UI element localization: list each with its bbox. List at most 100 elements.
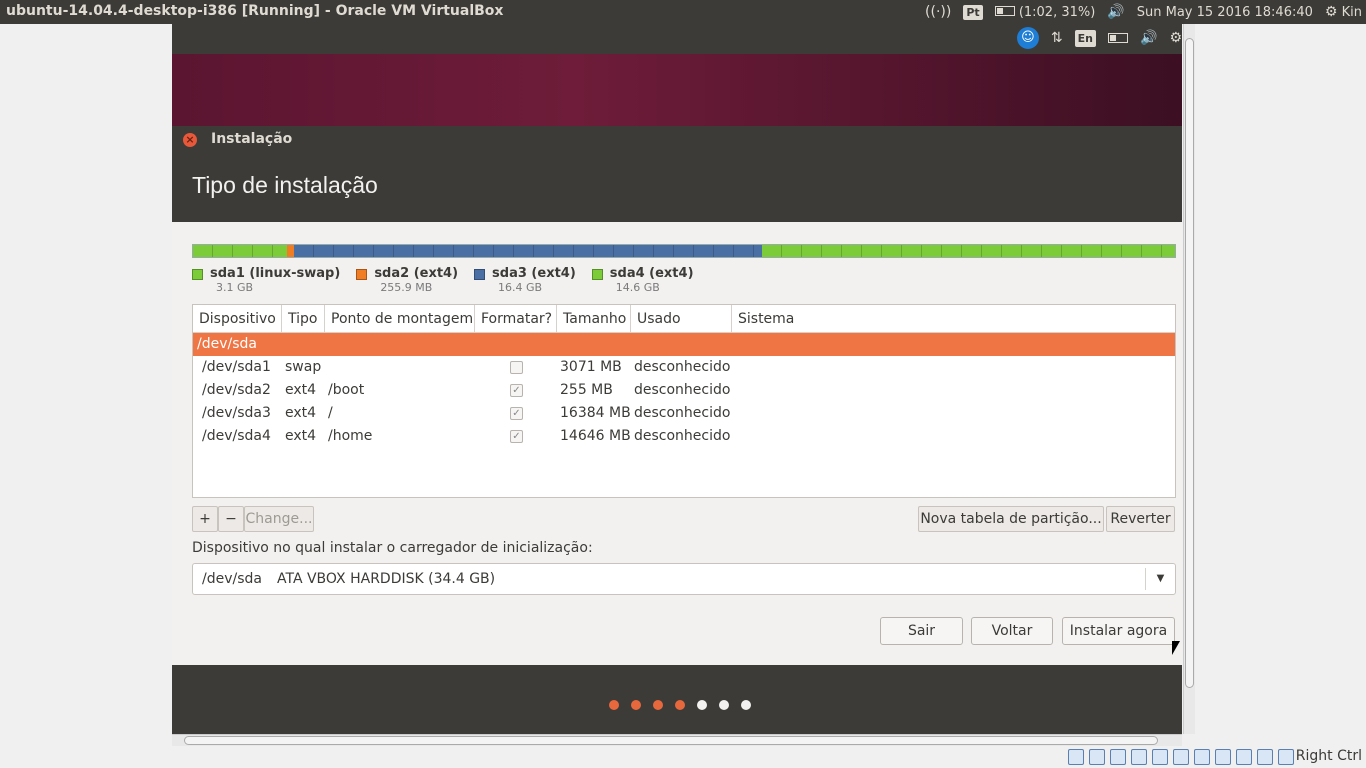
host-language-indicator[interactable]: Pt (963, 4, 983, 20)
legend-name: sda1 (linux-swap) (210, 266, 341, 281)
close-icon[interactable]: × (183, 133, 197, 147)
row-mount: /home (328, 428, 373, 444)
legend-swatch (356, 269, 368, 280)
row-device: /dev/sda3 (202, 405, 271, 421)
progress-dot (631, 700, 641, 710)
bootloader-label: Dispositivo no qual instalar o carregado… (192, 540, 593, 556)
row-device: /dev/sda1 (202, 359, 271, 375)
add-partition-button[interactable]: + (192, 506, 218, 532)
format-checkbox[interactable] (510, 361, 523, 374)
guest-indicators: ☺ ⇅ En 🔊 ⚙ (1016, 27, 1182, 49)
accessibility-icon[interactable]: ☺ (1016, 27, 1039, 49)
partition-segment-sda2 (286, 245, 295, 257)
column-header[interactable]: Ponto de montagem (325, 305, 475, 333)
column-header[interactable]: Tamanho (557, 305, 631, 333)
display-icon[interactable] (1194, 749, 1210, 765)
virtualization-icon[interactable] (1236, 749, 1252, 765)
table-row[interactable]: /dev/sda4 ext4 /home ✓ 14646 MB desconhe… (193, 425, 1175, 448)
progress-dot (653, 700, 663, 710)
legend-item: sda2 (ext4) 255.9 MB (356, 266, 458, 294)
disk-device: /dev/sda (197, 336, 257, 352)
legend-swatch (192, 269, 203, 280)
chevron-down-icon: ▼ (1145, 568, 1175, 590)
format-checkbox[interactable]: ✓ (510, 407, 523, 420)
row-size: 255 MB (560, 382, 613, 398)
row-used: desconhecido (634, 405, 731, 421)
progress-dot (741, 700, 751, 710)
host-menubar: ubuntu-14.04.4-desktop-i386 [Running] - … (0, 0, 1366, 24)
network-icon[interactable]: ⇅ (1051, 30, 1063, 46)
optical-drive-icon[interactable] (1089, 749, 1105, 765)
table-row[interactable]: /dev/sda2 ext4 /boot ✓ 255 MB desconheci… (193, 379, 1175, 402)
bootloader-device-select[interactable]: /dev/sda ATA VBOX HARDDISK (34.4 GB) ▼ (192, 563, 1176, 595)
table-row[interactable]: /dev/sda3 ext4 / ✓ 16384 MB desconhecido (193, 402, 1175, 425)
revert-button[interactable]: Reverter (1106, 506, 1175, 532)
format-checkbox[interactable]: ✓ (510, 430, 523, 443)
legend-item: sda4 (ext4) 14.6 GB (591, 266, 694, 294)
legend-name: sda4 (ext4) (609, 266, 694, 281)
partition-table[interactable]: Dispositivo Tipo Ponto de montagem Forma… (192, 304, 1176, 498)
battery-icon (994, 5, 1015, 16)
mouse-integration-icon[interactable] (1257, 749, 1273, 765)
host-key-label: Right Ctrl (1295, 748, 1362, 764)
keyboard-capture-icon[interactable] (1278, 749, 1294, 765)
row-type: swap (285, 359, 322, 375)
column-header[interactable]: Dispositivo (193, 305, 282, 333)
row-type: ext4 (285, 405, 317, 421)
row-used: desconhecido (634, 382, 731, 398)
column-header[interactable]: Tipo (282, 305, 325, 333)
guest-top-panel: ☺ ⇅ En 🔊 ⚙ (172, 24, 1182, 54)
scrollbar-thumb[interactable] (1185, 38, 1194, 688)
progress-dot (719, 700, 729, 710)
gear-icon: ⚙ (1324, 4, 1338, 20)
desktop-wallpaper (172, 54, 1182, 126)
row-size: 14646 MB (560, 428, 631, 444)
horizontal-scrollbar[interactable] (172, 734, 1182, 746)
change-partition-button[interactable]: Change... (244, 506, 314, 532)
legend-size: 3.1 GB (216, 281, 254, 294)
legend-item: sda1 (linux-swap) 3.1 GB (192, 266, 340, 294)
legend-size: 14.6 GB (615, 281, 660, 294)
guest-language-indicator[interactable]: En (1074, 29, 1096, 47)
row-type: ext4 (285, 428, 317, 444)
column-header[interactable]: Sistema (732, 305, 1175, 333)
video-capture-icon[interactable] (1215, 749, 1231, 765)
remove-partition-button[interactable]: − (218, 506, 244, 532)
format-checkbox[interactable]: ✓ (510, 384, 523, 397)
install-now-button[interactable]: Instalar agora (1062, 617, 1175, 645)
guest-volume-icon[interactable]: 🔊 (1140, 30, 1157, 46)
row-type: ext4 (285, 382, 317, 398)
table-row-disk[interactable]: /dev/sda (193, 333, 1175, 356)
page-title: Tipo de instalação (192, 172, 378, 198)
vm-display[interactable]: ☺ ⇅ En 🔊 ⚙ × Instalação Tipo de instalaç… (172, 24, 1182, 734)
vbox-status-icons (1068, 749, 1294, 765)
shared-folders-icon[interactable] (1173, 749, 1189, 765)
volume-icon[interactable]: 🔊 (1107, 4, 1124, 20)
back-button[interactable]: Voltar (971, 617, 1053, 645)
bootloader-device-description: ATA VBOX HARDDISK (34.4 GB) (277, 571, 496, 587)
host-window-title: ubuntu-14.04.4-desktop-i386 [Running] - … (6, 3, 504, 19)
battery-indicator[interactable]: (1:02, 31%) (994, 5, 1095, 20)
vertical-scrollbar[interactable] (1183, 24, 1195, 734)
row-used: desconhecido (634, 428, 731, 444)
host-clock[interactable]: Sun May 15 2016 18:46:40 (1137, 5, 1313, 20)
network-adapter-icon[interactable] (1131, 749, 1147, 765)
partition-segment-sda3 (294, 245, 762, 257)
usb-icon[interactable] (1152, 749, 1168, 765)
window-title: Instalação (211, 131, 293, 147)
guest-gear-icon[interactable]: ⚙ (1169, 30, 1182, 46)
column-header[interactable]: Formatar? (475, 305, 557, 333)
hard-disk-icon[interactable] (1068, 749, 1084, 765)
wifi-icon[interactable]: ((·)) (925, 4, 951, 20)
column-header[interactable]: Usado (631, 305, 732, 333)
scrollbar-thumb[interactable] (184, 736, 1158, 745)
audio-icon[interactable] (1110, 749, 1126, 765)
session-menu[interactable]: ⚙ Kin (1325, 4, 1362, 20)
table-row[interactable]: /dev/sda1 swap 3071 MB desconhecido (193, 356, 1175, 379)
quit-button[interactable]: Sair (880, 617, 963, 645)
new-partition-table-button[interactable]: Nova tabela de partição... (918, 506, 1104, 532)
row-device: /dev/sda2 (202, 382, 271, 398)
guest-battery-icon[interactable] (1108, 33, 1128, 43)
row-used: desconhecido (634, 359, 731, 375)
partition-segment-sda1 (193, 245, 287, 257)
